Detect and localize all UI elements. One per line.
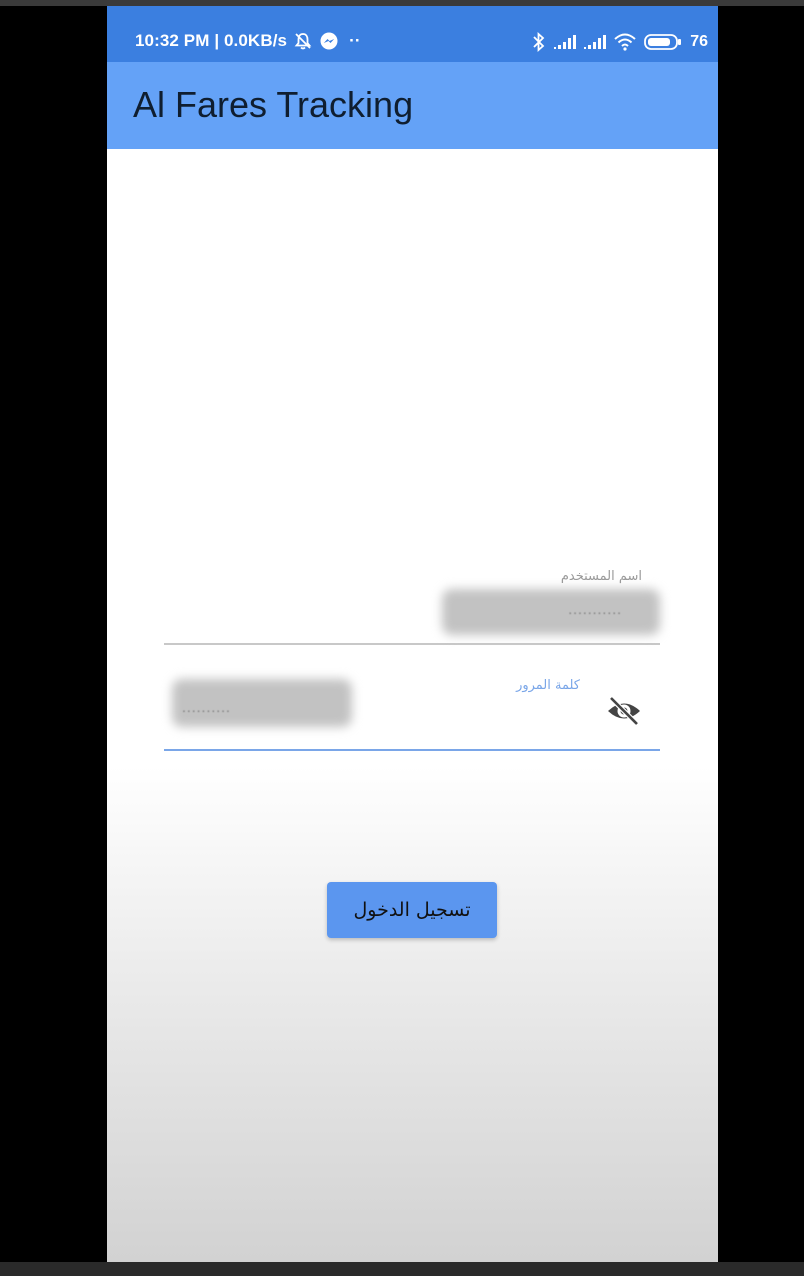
battery-level: 76 (690, 33, 708, 50)
eye-off-icon[interactable] (606, 693, 642, 729)
app-bar: Al Fares Tracking (107, 62, 718, 149)
username-redacted (442, 589, 660, 635)
messenger-icon (320, 32, 338, 50)
login-button[interactable]: تسجيل الدخول (327, 882, 497, 938)
status-bar: 10:32 PM | 0.0KB/s ·· 76 (107, 6, 718, 62)
window-bottom-edge (0, 1262, 804, 1276)
signal-icon (584, 35, 607, 49)
status-more: ·· (349, 31, 361, 50)
username-label: اسم المستخدم (560, 569, 642, 584)
signal-icon (554, 35, 577, 49)
status-time: 10:32 PM | 0.0KB/s (135, 31, 288, 50)
status-right: 76 (532, 32, 708, 52)
password-label: كلمة المرور (516, 678, 580, 693)
password-value: .......... (182, 699, 231, 715)
app-title: Al Fares Tracking (133, 84, 414, 125)
battery-icon (644, 34, 682, 50)
phone-screen: 10:32 PM | 0.0KB/s ·· 76 Al Fares Tracki… (107, 6, 718, 1262)
username-field[interactable]: اسم المستخدم ........... (164, 561, 660, 645)
mute-bell-icon (294, 33, 312, 50)
status-left: 10:32 PM | 0.0KB/s ·· (135, 31, 361, 51)
username-value: ........... (568, 601, 622, 617)
bluetooth-icon (533, 32, 545, 52)
password-field[interactable]: .......... كلمة المرور (164, 671, 660, 751)
wifi-icon (614, 33, 636, 51)
